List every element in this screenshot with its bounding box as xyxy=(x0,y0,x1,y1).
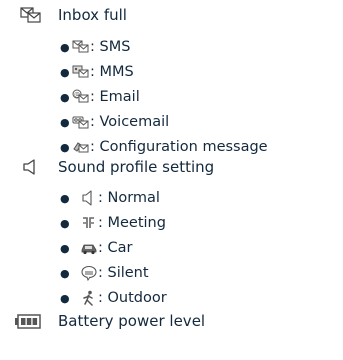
list-item: ● : MMS xyxy=(0,61,343,83)
sms-inbox-full-icon xyxy=(72,39,90,55)
inbox-full-row: Inbox full xyxy=(0,0,343,30)
mms-label: : MMS xyxy=(90,64,134,80)
list-item: ● @ : Email xyxy=(0,86,343,108)
indicator-icons-page: Inbox full ● : SMS ● : MMS ● @: Email ●… xyxy=(0,0,343,360)
list-item: ● : Meeting xyxy=(0,212,343,234)
inbox-full-icon xyxy=(20,6,42,24)
car-label: : Car xyxy=(98,240,133,256)
bullet: ● xyxy=(60,191,70,205)
outdoor-label: : Outdoor xyxy=(98,290,167,306)
outdoor-profile-icon xyxy=(80,290,98,306)
list-item: ● : SMS xyxy=(0,36,343,58)
silent-profile-icon xyxy=(80,265,98,281)
meeting-label: : Meeting xyxy=(98,215,166,231)
list-item: ● : Silent xyxy=(0,262,343,284)
car-profile-icon xyxy=(80,240,98,256)
bullet: ● xyxy=(60,90,70,104)
sound-profile-row: Sound profile setting xyxy=(0,152,343,182)
normal-label: : Normal xyxy=(98,190,160,206)
normal-profile-icon xyxy=(80,190,98,206)
mms-inbox-full-icon xyxy=(72,64,90,80)
bullet: ● xyxy=(60,266,70,280)
voicemail-inbox-full-icon xyxy=(72,114,90,130)
email-inbox-full-icon: @ xyxy=(72,89,90,105)
voicemail-label: : Voicemail xyxy=(90,114,170,130)
email-label: : Email xyxy=(90,89,140,105)
bullet: ● xyxy=(60,115,70,129)
sms-label: : SMS xyxy=(90,39,131,55)
list-item: ● : Car xyxy=(0,237,343,259)
list-item: ● : Normal xyxy=(0,187,343,209)
silent-label: : Silent xyxy=(98,265,149,281)
bullet: ● xyxy=(60,291,70,305)
bullet: ● xyxy=(60,65,70,79)
bullet: ● xyxy=(60,241,70,255)
battery-heading: Battery power level xyxy=(58,312,206,330)
battery-icon xyxy=(14,314,42,332)
bullet: ● xyxy=(60,40,70,54)
inbox-full-heading: Inbox full xyxy=(58,6,127,24)
meeting-profile-icon xyxy=(80,215,98,231)
bullet: ● xyxy=(60,216,70,230)
sound-profile-heading: Sound profile setting xyxy=(58,158,215,176)
speaker-icon xyxy=(20,158,42,176)
battery-row: Battery power level xyxy=(0,306,343,336)
list-item: ● : Voicemail xyxy=(0,111,343,133)
